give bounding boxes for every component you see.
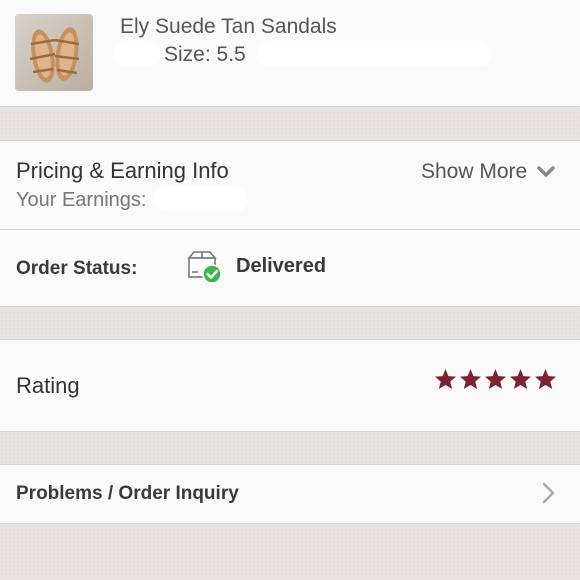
star-icon (534, 368, 557, 390)
earnings-label: Your Earnings: (16, 189, 147, 211)
chevron-right-icon (542, 482, 555, 504)
delivered-box-icon (187, 251, 222, 284)
star-icon (434, 368, 457, 390)
redacted-field (113, 42, 161, 66)
sandals-photo-icon (15, 14, 93, 91)
rating-label: Rating (16, 373, 80, 398)
redacted-field (256, 42, 492, 66)
chevron-down-icon (537, 166, 555, 177)
order-status-label: Order Status: (16, 258, 138, 279)
order-status-value: Delivered (236, 255, 327, 277)
problems-order-inquiry-row[interactable]: Problems / Order Inquiry (0, 464, 580, 524)
rating-panel: Rating (0, 339, 580, 432)
section-divider (0, 432, 580, 464)
show-more-button[interactable]: Show More (421, 160, 555, 184)
section-divider (0, 307, 580, 339)
product-title: Ely Suede Tan Sandals (120, 15, 337, 38)
order-status-panel: Order Status: Delivered (0, 230, 580, 307)
page-background (0, 524, 580, 580)
redacted-earnings (154, 187, 248, 211)
product-panel[interactable]: Ely Suede Tan Sandals Size: 5.5 (0, 0, 580, 107)
star-icon (484, 368, 507, 390)
pricing-title: Pricing & Earning Info (16, 158, 229, 183)
product-thumbnail[interactable] (15, 14, 93, 91)
problems-label: Problems / Order Inquiry (16, 483, 239, 504)
product-size: Size: 5.5 (164, 43, 246, 66)
pricing-panel: Pricing & Earning Info Your Earnings: Sh… (0, 140, 580, 230)
show-more-label: Show More (421, 160, 528, 183)
rating-stars (434, 368, 557, 390)
star-icon (459, 368, 482, 390)
star-icon (509, 368, 532, 390)
section-divider (0, 107, 580, 140)
